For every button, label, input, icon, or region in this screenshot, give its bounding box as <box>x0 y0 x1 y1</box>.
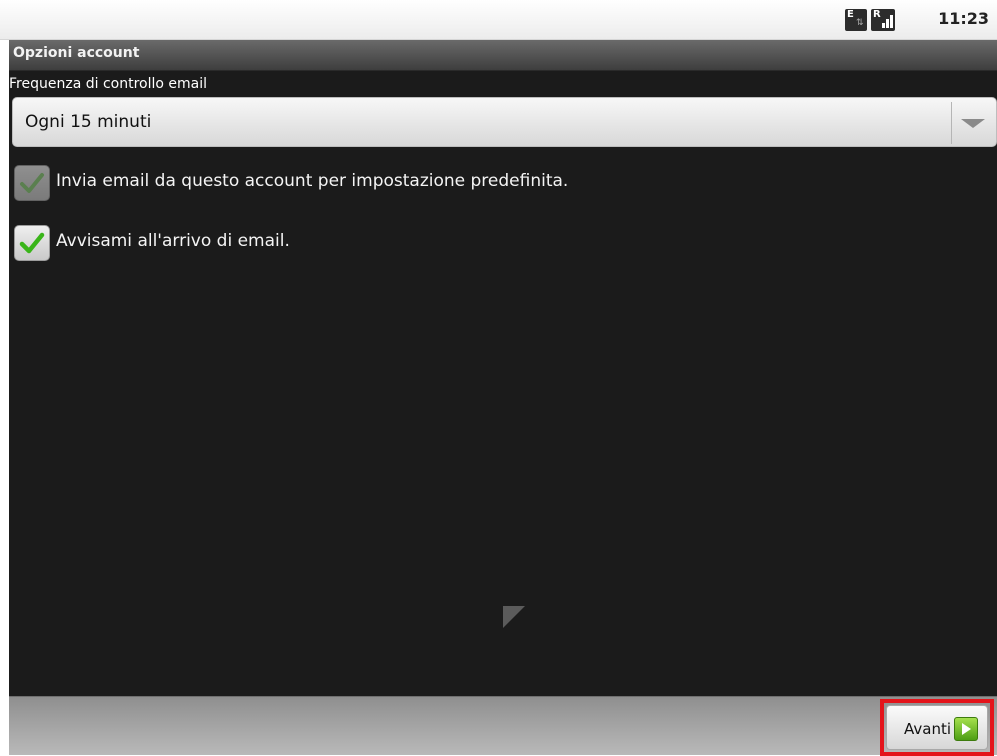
data-icon-letter: E <box>847 9 854 20</box>
checkmark-icon <box>19 232 45 254</box>
frequency-label: Frequenza di controllo email <box>9 76 207 92</box>
roaming-signal-icon: R <box>871 9 895 31</box>
signal-bar <box>882 23 885 28</box>
default-account-label: Invia email da questo account per impost… <box>56 171 569 191</box>
signal-icon-letter: R <box>873 9 881 20</box>
page-title: Opzioni account <box>13 45 140 61</box>
title-bar: Opzioni account <box>9 40 997 71</box>
account-options-screen: Opzioni account Frequenza di controllo e… <box>9 40 997 756</box>
scroll-indicator-icon <box>503 606 525 628</box>
data-arrows-icon: ⇅ <box>856 18 864 28</box>
checkmark-icon <box>20 173 44 193</box>
next-button-face[interactable]: Avanti <box>886 705 988 750</box>
arrow-right-icon <box>954 717 978 741</box>
notify-checkbox[interactable] <box>14 225 50 261</box>
default-account-checkbox[interactable] <box>14 165 50 201</box>
dropdown-arrow-icon <box>961 119 985 128</box>
frequency-selected-value: Ogni 15 minuti <box>25 112 152 132</box>
frequency-spinner[interactable]: Ogni 15 minuti <box>12 97 997 147</box>
notify-checkbox-row[interactable]: Avvisami all'arrivo di email. <box>14 225 974 265</box>
next-button-label: Avanti <box>904 720 952 738</box>
next-button[interactable]: Avanti <box>880 699 994 756</box>
default-account-checkbox-row[interactable]: Invia email da questo account per impost… <box>14 165 974 205</box>
data-connection-icon: E ⇅ <box>845 9 867 31</box>
status-bar: E ⇅ R 11:23 <box>0 0 997 40</box>
status-clock: 11:23 <box>938 9 989 28</box>
notify-label: Avvisami all'arrivo di email. <box>56 231 290 251</box>
signal-bar <box>890 15 893 28</box>
spinner-divider <box>951 102 952 144</box>
signal-bar <box>886 19 889 28</box>
bottom-button-bar: Avanti <box>9 696 997 756</box>
device-frame: E ⇅ R 11:23 Opzioni account Frequenza di… <box>0 0 997 756</box>
